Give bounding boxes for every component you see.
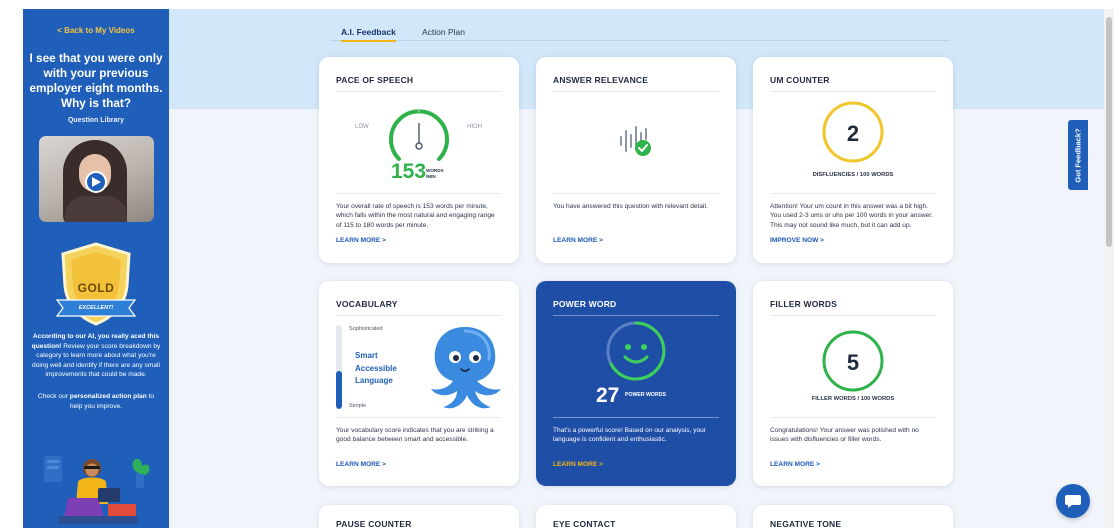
smiley-face-icon <box>606 321 666 381</box>
power-word-value: 27 <box>596 384 620 407</box>
sophisticated-label: Sophisticated <box>349 326 383 332</box>
divider <box>336 315 502 316</box>
gold-badge: GOLD EXCELLENT! <box>23 240 169 330</box>
vocabulary-level-bar <box>336 325 342 409</box>
card-description: Attention! Your um count in this answer … <box>770 203 933 229</box>
answer-relevance-card: ANSWER RELEVANCE You have answered this … <box>536 57 736 263</box>
card-description: Your overall rate of speech is 153 words… <box>336 203 495 229</box>
filler-words-card: FILLER WORDS 5 FILLER WORDS / 100 WORDS … <box>753 281 953 486</box>
vocabulary-words: Smart Accessible Language <box>355 350 397 388</box>
card-title: UM COUNTER <box>770 75 830 85</box>
action-plan-link[interactable]: personalized action plan <box>70 393 147 400</box>
learn-more-link[interactable]: LEARN MORE > <box>770 461 820 468</box>
divider <box>553 193 719 194</box>
got-feedback-label: Got Feedback? <box>1073 127 1083 183</box>
video-person-body <box>64 196 127 222</box>
sidebar: < Back to My Videos I see that you were … <box>23 9 169 528</box>
card-description: Your vocabulary score indicates that you… <box>336 427 494 444</box>
learn-more-link[interactable]: LEARN MORE > <box>553 237 603 244</box>
action-plan-message: Check our personalized action plan to he… <box>31 392 161 411</box>
vocabulary-level-fill <box>336 371 342 409</box>
pause-counter-card: PAUSE COUNTER <box>319 505 519 528</box>
pace-of-speech-card: PACE OF SPEECH LOW HIGH 153 WORDS /MIN Y… <box>319 57 519 263</box>
divider <box>336 193 502 194</box>
wpm-unit-line2: /MIN <box>426 173 436 179</box>
card-title: FILLER WORDS <box>770 299 838 309</box>
video-thumbnail[interactable] <box>38 136 154 222</box>
card-title: NEGATIVE TONE <box>770 519 842 528</box>
play-icon <box>92 177 101 187</box>
filler-count-caption: FILLER WORDS / 100 WORDS <box>811 396 895 402</box>
card-title: PAUSE COUNTER <box>336 519 412 528</box>
question-text: I see that you were only with your previ… <box>29 51 163 110</box>
card-description: That's a powerful score! Based on our an… <box>553 427 706 444</box>
eye-contact-card: EYE CONTACT <box>536 505 736 528</box>
divider <box>336 417 502 418</box>
scrollbar-thumb[interactable] <box>1106 17 1112 247</box>
card-title: VOCABULARY <box>336 299 398 309</box>
back-to-videos-link[interactable]: < Back to My Videos <box>23 26 169 35</box>
card-description: Congratulations! Your answer was polishe… <box>770 427 919 444</box>
tab-ai-feedback[interactable]: A.I. Feedback <box>341 27 396 42</box>
divider <box>553 417 719 418</box>
wpm-unit-line1: WORDS <box>426 168 444 173</box>
wpm-unit: WORDS /MIN <box>426 168 444 179</box>
divider <box>336 91 502 92</box>
filler-count-value: 5 <box>846 350 860 375</box>
chat-bubble-icon <box>1065 494 1081 508</box>
um-count-caption: DISFLUENCIES / 100 WORDS <box>812 172 894 178</box>
card-title: POWER WORD <box>553 299 617 309</box>
speed-gauge-icon <box>389 109 449 161</box>
words-per-minute-value: 153 <box>391 160 427 183</box>
vocab-word: Language <box>355 376 393 385</box>
relevance-check-icon <box>620 126 651 156</box>
divider <box>770 91 936 92</box>
card-title: EYE CONTACT <box>553 519 616 528</box>
learn-more-link[interactable]: LEARN MORE > <box>336 237 386 244</box>
um-counter-card: UM COUNTER 2 DISFLUENCIES / 100 WORDS At… <box>753 57 953 263</box>
card-title: PACE OF SPEECH <box>336 75 414 85</box>
divider <box>553 315 719 316</box>
feedback-tabs: A.I. Feedback Action Plan <box>330 27 950 42</box>
divider <box>770 193 936 194</box>
got-feedback-button[interactable]: Got Feedback? <box>1068 120 1088 190</box>
negative-tone-card: NEGATIVE TONE <box>753 505 953 528</box>
badge-ribbon-text: EXCELLENT! <box>78 305 114 311</box>
power-word-card: POWER WORD 27 POWER WORDS That's a power… <box>536 281 736 486</box>
person-at-desk-illustration <box>44 456 150 524</box>
vertical-scrollbar[interactable] <box>1104 9 1114 528</box>
gauge-high-label: HIGH <box>467 124 482 130</box>
power-word-unit: POWER WORDS <box>625 392 666 398</box>
score-message: According to our AI, you really aced thi… <box>28 332 164 380</box>
learn-more-link[interactable]: LEARN MORE > <box>336 461 386 468</box>
vocabulary-card: VOCABULARY Sophisticated Simple Smart Ac… <box>319 281 519 486</box>
divider <box>770 315 936 316</box>
card-description: You have answered this question with rel… <box>553 203 708 210</box>
divider <box>553 91 719 92</box>
vocab-word: Smart <box>355 351 378 360</box>
improve-now-link[interactable]: IMPROVE NOW > <box>770 237 824 244</box>
simple-label: Simple <box>349 403 367 409</box>
chat-button[interactable] <box>1056 484 1090 518</box>
learn-more-link[interactable]: LEARN MORE > <box>553 461 603 468</box>
play-button[interactable] <box>84 171 107 193</box>
vocab-word: Accessible <box>355 363 397 373</box>
tab-action-plan[interactable]: Action Plan <box>422 27 465 37</box>
gauge-low-label: LOW <box>355 124 369 130</box>
um-count-value: 2 <box>846 121 860 146</box>
card-title: ANSWER RELEVANCE <box>553 75 649 85</box>
plan-prefix: Check our <box>37 392 70 400</box>
question-library-link[interactable]: Question Library <box>23 117 169 124</box>
badge-level: GOLD <box>77 281 115 295</box>
octopus-mascot-icon <box>431 327 501 409</box>
divider <box>770 417 936 418</box>
